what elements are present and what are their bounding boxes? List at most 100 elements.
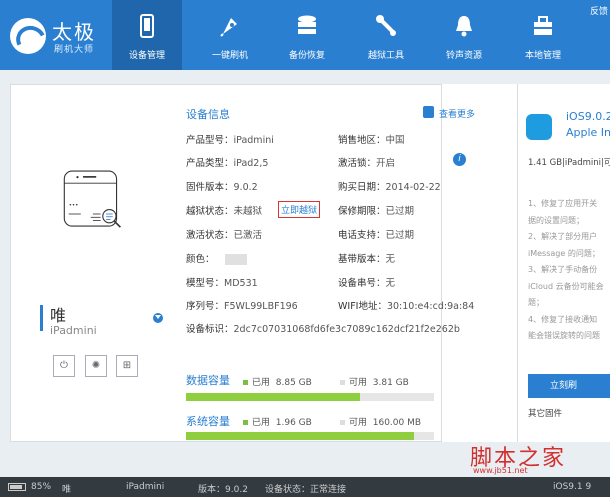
- info-label: 基带版本：: [338, 254, 386, 265]
- view-more-link[interactable]: 查看更多: [439, 107, 475, 120]
- info-value: iPad2,5: [233, 158, 269, 169]
- note-line: 能会错误旋转的问题: [528, 331, 600, 340]
- info-row: 激活状态：已激活: [186, 227, 262, 241]
- device-info-title: 设备信息: [186, 108, 230, 121]
- info-row: 产品型号：iPadmini: [186, 132, 274, 146]
- version-label: 版本：: [198, 485, 226, 495]
- info-label: 模型号：: [186, 278, 225, 289]
- version-value: 9.0.2: [225, 485, 248, 495]
- info-icon[interactable]: i: [453, 153, 466, 166]
- data-capacity-used: 已用 8.85 GB: [243, 375, 312, 388]
- info-label: 销售地区：: [338, 135, 386, 146]
- nav-one-click-flash[interactable]: 一键刷机: [195, 0, 265, 70]
- info-label: 越狱状态：: [186, 206, 234, 217]
- nav-local-manage[interactable]: 本地管理: [508, 0, 578, 70]
- phone-icon: [140, 14, 154, 38]
- site-watermark-url: www.jb51.net: [473, 466, 528, 475]
- more-tools-button[interactable]: ⊞: [116, 355, 138, 377]
- info-row: 基带版本：无: [338, 251, 395, 265]
- nav-label: 备份恢复: [288, 51, 325, 61]
- info-value: 已过期: [385, 206, 415, 217]
- status-connection: 设备状态：正常连接: [265, 482, 346, 495]
- device-model: iPadmini: [50, 324, 97, 337]
- info-label: 激活状态：: [186, 230, 234, 241]
- nav-backup-restore[interactable]: 备份恢复: [272, 0, 342, 70]
- info-row: 越狱状态：未越狱: [186, 203, 262, 217]
- info-row: WIFI地址：30:10:e4:cd:9a:84: [338, 298, 474, 312]
- info-row: 购买日期：2014-02-22: [338, 179, 441, 193]
- info-value: 未越狱: [233, 206, 263, 217]
- info-label: 序列号：: [186, 301, 225, 312]
- flash-now-button[interactable]: 立刻刷: [528, 374, 610, 398]
- status-bar: 85% 唯 iPadmini 版本：9.0.2 设备状态：正常连接 iOS9.1…: [0, 477, 610, 497]
- note-line: 3、解决了手动备份: [528, 265, 598, 274]
- info-label: 设备标识：: [186, 324, 234, 335]
- info-label: 保修期限：: [338, 206, 386, 217]
- info-label: 颜色：: [186, 254, 215, 265]
- nav-ringtones[interactable]: 铃声资源: [429, 0, 499, 70]
- firmware-name: iOS9.0.2: [566, 110, 610, 123]
- info-label: 固件版本：: [186, 182, 234, 193]
- briefcase-icon: [534, 16, 552, 35]
- wrench-icon: [376, 15, 396, 36]
- udid-row: 设备标识：2dc7c07031068fd6fe3c7089c162dcf21f2…: [186, 321, 460, 335]
- nav-label: 一键刷机: [211, 51, 248, 61]
- device-selected-bar: [40, 305, 43, 331]
- info-row: 产品类型：iPad2,5: [186, 155, 268, 169]
- nav-label: 铃声资源: [445, 51, 482, 61]
- data-capacity-free: 可用 3.81 GB: [340, 375, 409, 388]
- nav-label: 越狱工具: [367, 51, 404, 61]
- brand-subtitle: 刷机大师: [54, 45, 95, 55]
- taiji-logo-icon: [10, 18, 46, 54]
- nav-label: 本地管理: [524, 51, 561, 61]
- top-bar: 太极 刷机大师 设备管理 一键刷机 备份恢复 越狱工具 铃声资源 本地管理 反馈: [0, 0, 610, 70]
- note-line: iMessage 的问题；: [528, 248, 600, 258]
- system-capacity-title: 系统容量: [186, 415, 230, 428]
- info-row: 销售地区：中国: [338, 132, 405, 146]
- firmware-panel: iOS9.0.2 Apple In 1.41 GB|iPadmini|可 1、修…: [517, 84, 610, 442]
- info-label: 电话支持：: [338, 230, 386, 241]
- other-firmware-link[interactable]: 其它固件: [528, 407, 562, 419]
- brand-name: 太极: [52, 20, 96, 44]
- info-row: 设备串号：无: [338, 275, 395, 289]
- status-label: 设备状态：: [265, 485, 311, 495]
- info-label: 产品类型：: [186, 158, 234, 169]
- info-value: 2014-02-22: [385, 182, 441, 193]
- list-icon: [423, 106, 434, 118]
- info-row: 颜色：: [186, 251, 247, 265]
- used-legend-icon: [243, 380, 248, 385]
- system-capacity-bar: [186, 432, 434, 440]
- free-legend-icon: [340, 420, 345, 425]
- power-button[interactable]: ⏻: [53, 355, 75, 377]
- info-label: 激活锁：: [338, 158, 377, 169]
- feedback-link[interactable]: 反馈: [590, 4, 608, 17]
- info-value: 开启: [376, 158, 396, 169]
- note-line: 据的设置问题；: [528, 215, 584, 225]
- nav-label: 设备管理: [128, 51, 165, 61]
- status-user: 唯: [62, 485, 72, 495]
- restart-button[interactable]: ✺: [85, 355, 107, 377]
- ipad-illustration: •••: [63, 170, 121, 228]
- info-value: 9.0.2: [233, 182, 258, 193]
- nav-device-manage[interactable]: 设备管理: [112, 0, 182, 70]
- device-dropdown-icon[interactable]: [153, 313, 163, 323]
- firmware-subtitle: Apple In: [566, 126, 610, 139]
- legend-value: 1.96 GB: [275, 418, 312, 428]
- status-value: 正常连接: [310, 485, 347, 495]
- device-name: 唯: [50, 306, 67, 325]
- info-value: 已激活: [233, 230, 263, 241]
- legend-value: 160.00 MB: [372, 418, 422, 428]
- nav-jailbreak-tools[interactable]: 越狱工具: [351, 0, 421, 70]
- data-capacity-fill: [186, 393, 360, 401]
- jailbreak-now-link[interactable]: 立即越狱: [278, 201, 321, 218]
- info-label: 购买日期：: [338, 182, 386, 193]
- used-legend-icon: [243, 420, 248, 425]
- note-line: 1、修复了应用开关: [528, 199, 598, 208]
- system-capacity-used: 已用 1.96 GB: [243, 415, 312, 428]
- note-line: 2、解决了部分用户: [528, 232, 598, 241]
- legend-label: 已用: [252, 418, 271, 428]
- info-row: 电话支持：已过期: [338, 227, 414, 241]
- info-value: F5WL99LBF196: [224, 301, 298, 312]
- svg-text:•••: •••: [69, 202, 79, 208]
- legend-value: 3.81 GB: [372, 378, 409, 388]
